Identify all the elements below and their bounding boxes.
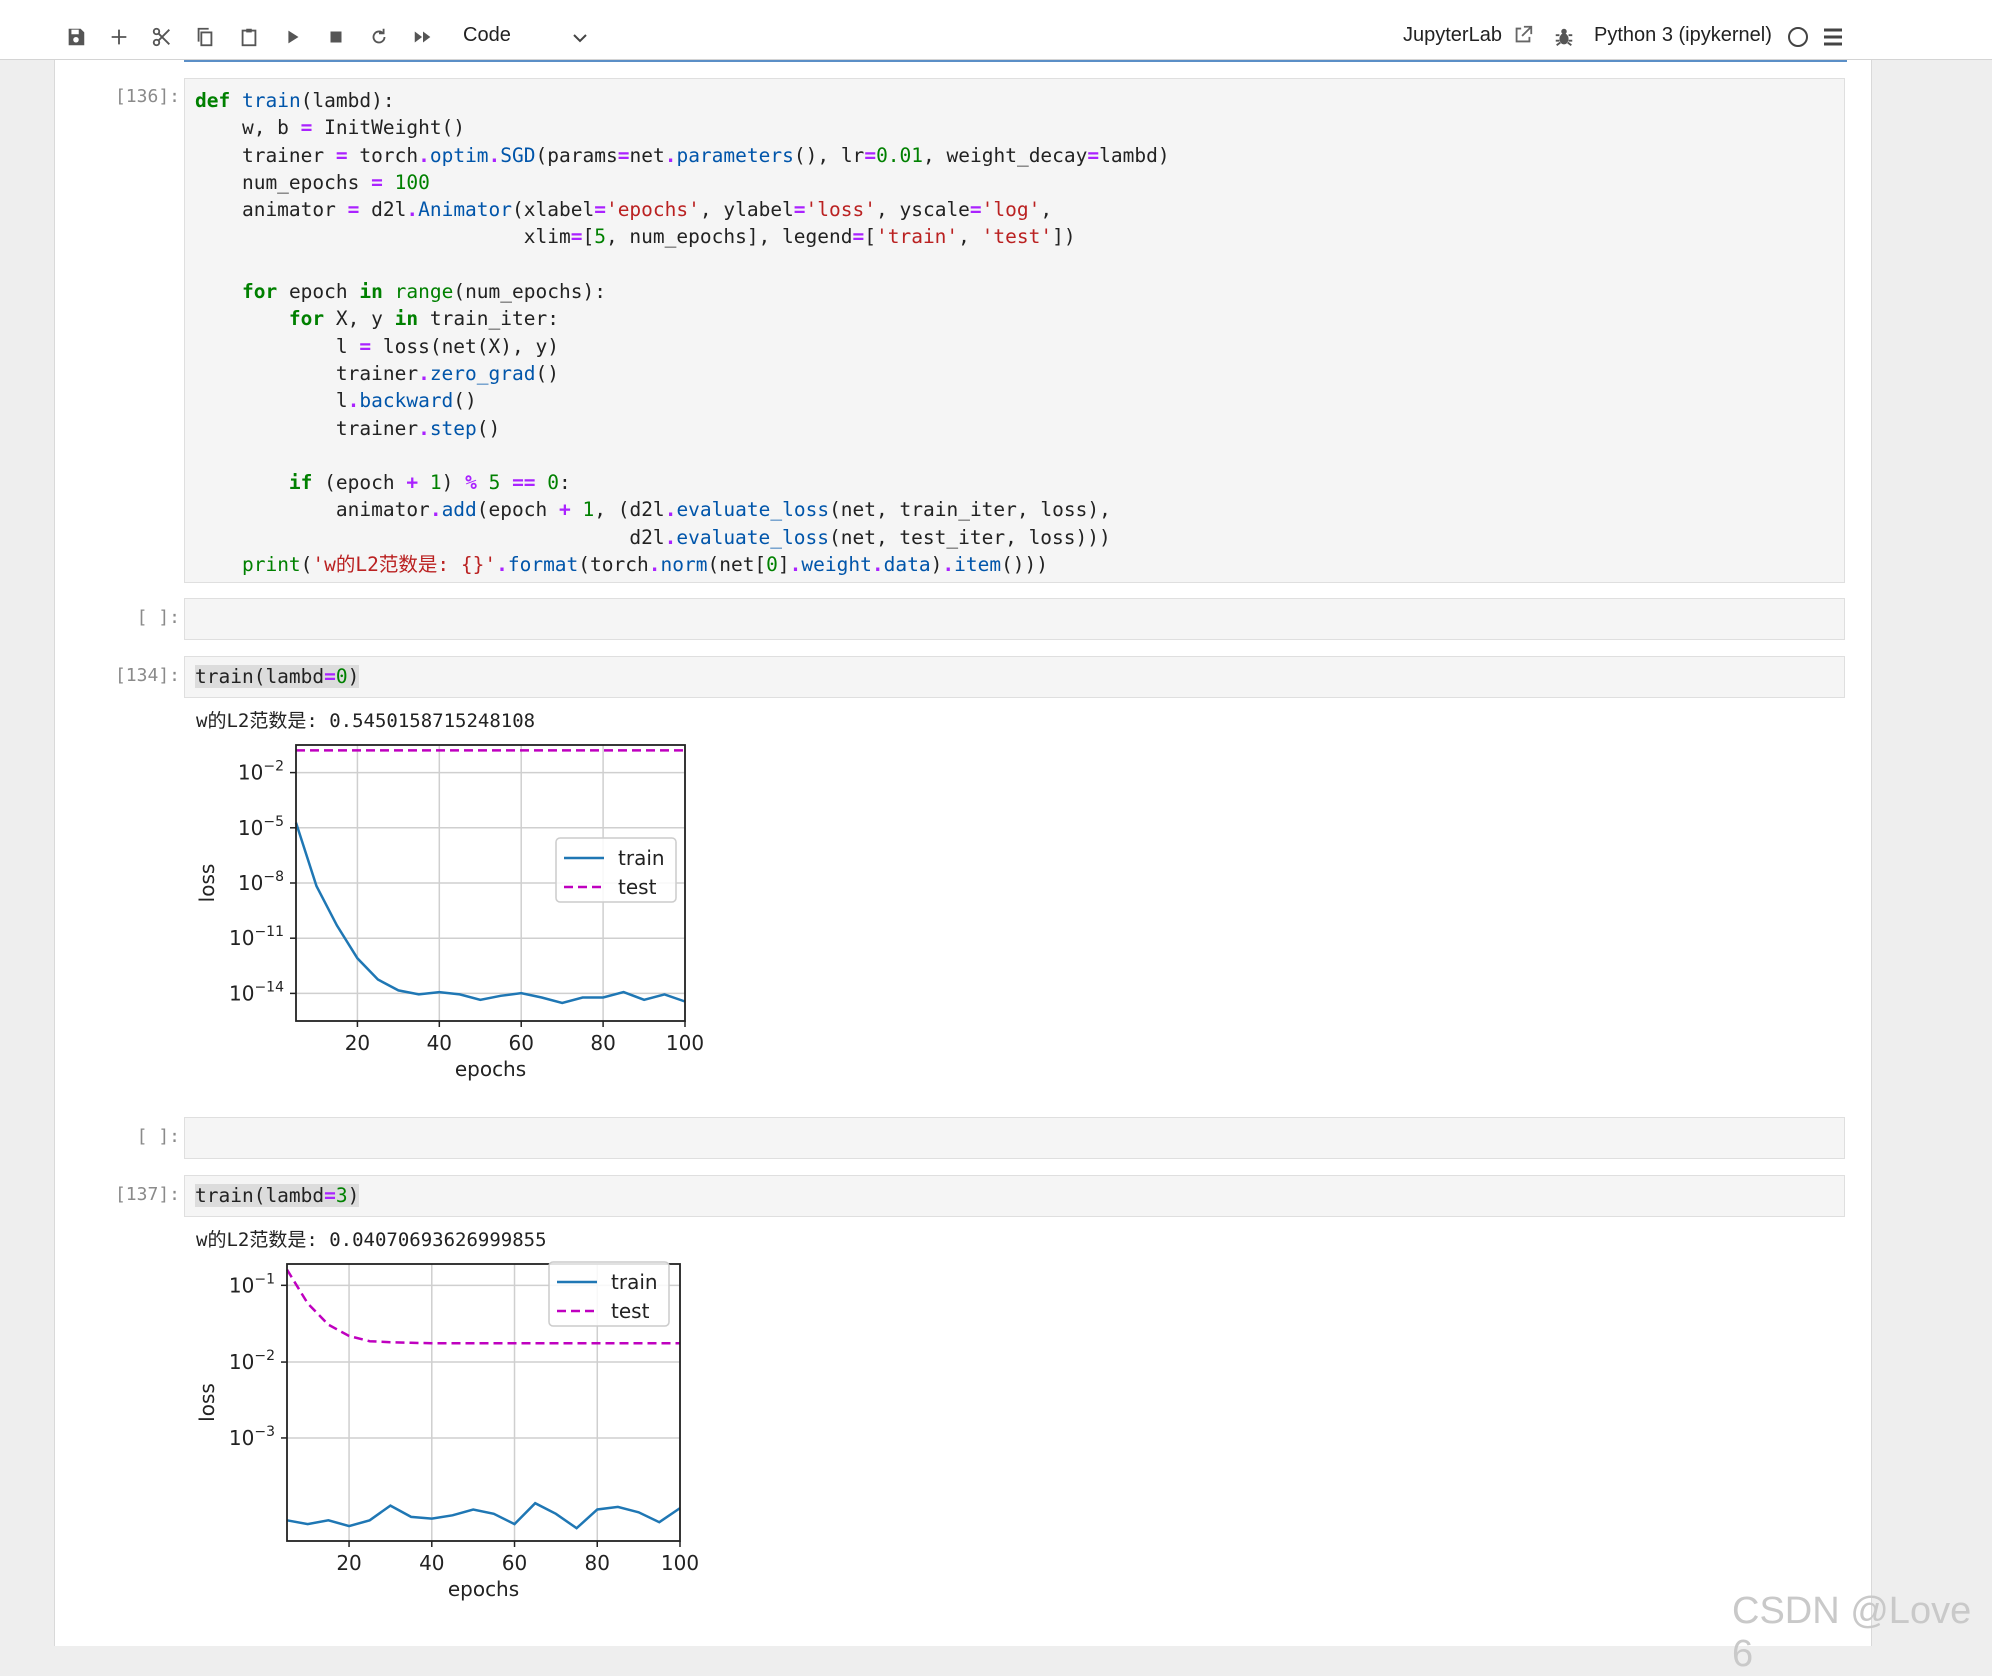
menu-icon[interactable] — [1822, 27, 1844, 47]
external-link-icon[interactable] — [1512, 24, 1534, 46]
code-source: def train(lambd): w, b = InitWeight() tr… — [195, 89, 1170, 577]
empty-code-cell[interactable] — [184, 1117, 1845, 1159]
y-tick-label: 10−3 — [229, 1424, 275, 1450]
legend-label-train: train — [618, 846, 665, 870]
cell-prompt: [137]: — [114, 1184, 180, 1205]
y-tick-label: 10−11 — [229, 924, 284, 950]
cell-prompt: [ ]: — [136, 1126, 180, 1147]
save-button[interactable] — [61, 22, 91, 52]
watermark: CSDN @Love 6 — [1732, 1590, 1972, 1675]
legend-label-test: test — [618, 875, 657, 899]
stop-icon — [330, 31, 342, 43]
x-tick-label: 40 — [419, 1551, 444, 1575]
chevron-down-icon[interactable] — [572, 32, 588, 44]
x-tick-label: 80 — [590, 1031, 615, 1055]
y-axis-label: loss — [195, 1383, 219, 1422]
y-tick-label: 10−2 — [238, 759, 284, 785]
cell-output-text: w的L2范数是: 0.5450158715248108 — [196, 710, 536, 732]
x-tick-label: 80 — [585, 1551, 610, 1575]
loss-chart: 10−1 10−2 10−3 20 40 60 80 100 epochs loss train te… — [195, 1261, 699, 1601]
active-cell-indicator — [184, 60, 1847, 62]
clipboard-icon — [241, 28, 257, 47]
y-tick-label: 10−8 — [238, 869, 284, 895]
legend-label-test: test — [611, 1299, 650, 1323]
paste-button[interactable] — [234, 22, 264, 52]
copy-icon — [197, 27, 213, 47]
cut-button[interactable] — [147, 22, 177, 52]
run-button[interactable] — [278, 22, 308, 52]
notebook-toolbar: Code JupyterLab Python 3 (ipykernel) — [0, 0, 1992, 60]
x-tick-label: 60 — [502, 1551, 527, 1575]
y-tick-label: 10−2 — [229, 1348, 275, 1374]
kernel-idle-status-icon — [1788, 27, 1808, 47]
fast-forward-icon — [414, 31, 431, 43]
y-axis-label: loss — [195, 864, 219, 903]
y-tick-label: 10−14 — [229, 979, 284, 1005]
code-source: train(lambd=3) — [195, 1184, 360, 1207]
insert-cell-button[interactable] — [104, 22, 134, 52]
x-tick-label: 60 — [508, 1031, 533, 1055]
chart-legend: train test — [555, 837, 677, 903]
copy-button[interactable] — [190, 22, 220, 52]
code-cell-editor[interactable]: train(lambd=3) — [184, 1175, 1845, 1217]
restart-icon — [372, 28, 386, 44]
restart-button[interactable] — [364, 22, 394, 52]
x-tick-label: 20 — [336, 1551, 361, 1575]
interrupt-button[interactable] — [321, 22, 351, 52]
legend-label-train: train — [611, 1270, 658, 1294]
x-tick-label: 100 — [661, 1551, 699, 1575]
scissors-icon — [152, 27, 170, 47]
chart-legend: train test — [548, 1261, 670, 1327]
y-tick-label: 10−5 — [238, 814, 284, 840]
x-tick-label: 100 — [666, 1031, 704, 1055]
cell-prompt: [ ]: — [136, 607, 180, 628]
series-line-train — [286, 1501, 681, 1530]
x-tick-label: 40 — [427, 1031, 452, 1055]
cell-output-text: w的L2范数是: 0.04070693626999855 — [196, 1229, 547, 1251]
code-cell-editor[interactable]: def train(lambd): w, b = InitWeight() tr… — [184, 78, 1845, 583]
kernel-name[interactable]: Python 3 (ipykernel) — [1594, 24, 1772, 47]
y-tick-label: 10−1 — [229, 1271, 275, 1297]
x-axis-label: epochs — [455, 1057, 526, 1081]
play-icon — [288, 30, 299, 44]
empty-code-cell[interactable] — [184, 598, 1845, 640]
x-tick-label: 20 — [345, 1031, 370, 1055]
plus-icon — [111, 29, 127, 45]
debugger-bug-icon[interactable] — [1553, 26, 1575, 48]
loss-chart: 10−2 10−5 10−8 10−11 10−14 20 40 60 80 100 epochs l… — [195, 744, 704, 1081]
cell-type-select[interactable]: Code — [463, 24, 511, 47]
restart-run-all-button[interactable] — [408, 22, 438, 52]
cell-prompt: [136]: — [114, 86, 180, 107]
cell-prompt: [134]: — [114, 665, 180, 686]
code-cell-editor[interactable]: train(lambd=0) — [184, 656, 1845, 698]
open-in-jupyterlab-link[interactable]: JupyterLab — [1403, 24, 1502, 47]
code-source: train(lambd=0) — [195, 665, 360, 688]
save-icon — [68, 28, 85, 46]
x-axis-label: epochs — [448, 1577, 519, 1601]
